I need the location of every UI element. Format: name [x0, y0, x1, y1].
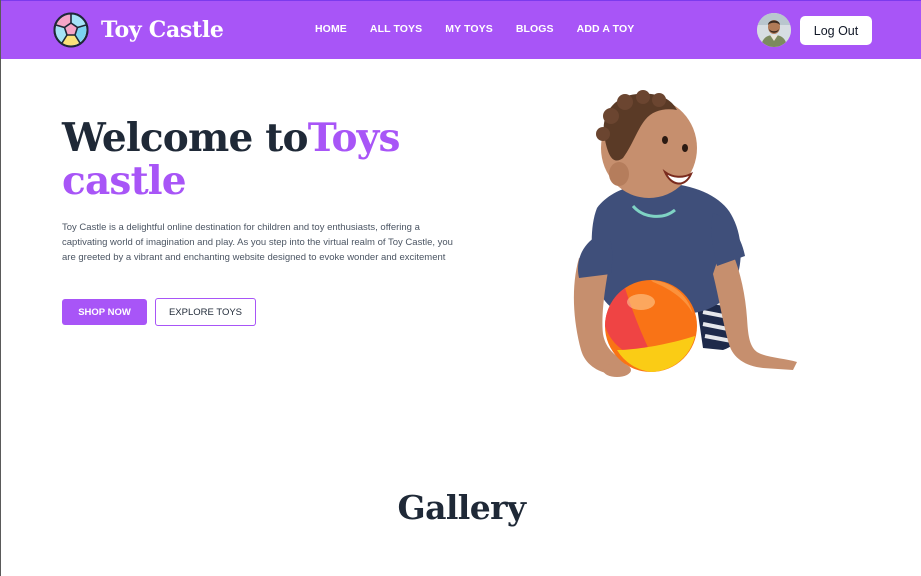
avatar-image: [757, 13, 791, 47]
nav-item-add-a-toy[interactable]: ADD A TOY: [577, 23, 635, 35]
hero-title: Welcome toToys castle: [62, 117, 502, 203]
logout-button[interactable]: Log Out: [800, 16, 872, 45]
toy-ball-logo-icon: [53, 12, 89, 48]
explore-toys-button[interactable]: EXPLORE TOYS: [155, 298, 256, 326]
nav-item-blogs[interactable]: BLOGS: [516, 23, 554, 35]
user-avatar-icon[interactable]: [757, 13, 791, 47]
nav-item-home[interactable]: HOME: [315, 23, 347, 35]
main-nav: HOME ALL TOYS MY TOYS BLOGS ADD A TOY: [315, 23, 634, 35]
nav-item-my-toys[interactable]: MY TOYS: [445, 23, 493, 35]
hero-title-part1: Welcome to: [62, 115, 309, 161]
shop-now-button[interactable]: SHOP NOW: [62, 299, 147, 325]
brand-name: Toy Castle: [101, 17, 224, 43]
navbar: Toy Castle HOME ALL TOYS MY TOYS BLOGS A…: [1, 0, 921, 59]
nav-item-all-toys[interactable]: ALL TOYS: [370, 23, 422, 35]
gallery-title: Gallery: [397, 488, 527, 527]
page: Toy Castle HOME ALL TOYS MY TOYS BLOGS A…: [0, 0, 921, 576]
hero-description: Toy Castle is a delightful online destin…: [62, 222, 453, 263]
child-with-ball-image: [573, 90, 797, 377]
brand-link[interactable]: Toy Castle: [53, 12, 224, 48]
